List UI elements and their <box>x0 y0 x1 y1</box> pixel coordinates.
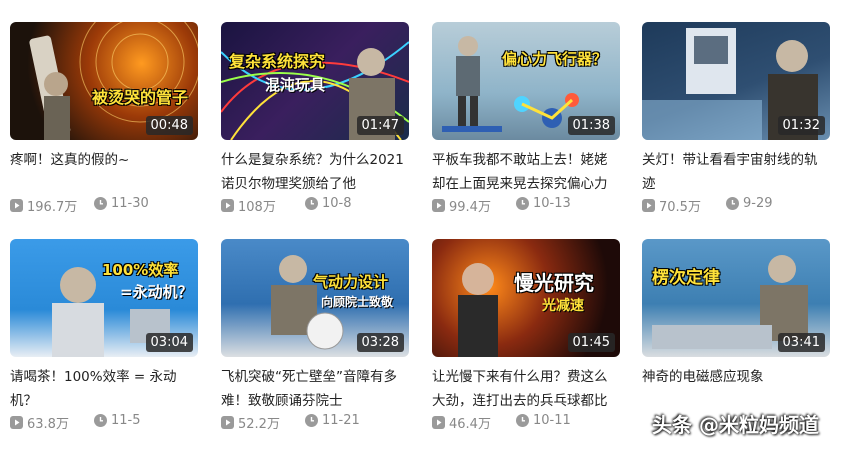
video-title[interactable]: 飞机突破“死亡壁垒”音障有多难！致敬顾诵芬院士 <box>221 365 409 413</box>
play-icon <box>10 199 23 212</box>
play-icon <box>432 199 445 212</box>
video-meta: 99.4万 10-13 <box>432 196 620 216</box>
duration-badge: 01:47 <box>356 116 404 135</box>
video-meta: 108万 10-8 <box>221 196 409 216</box>
thumbnail-caption: 气动力设计 <box>313 273 389 291</box>
clock-icon <box>305 197 318 210</box>
video-thumbnail[interactable]: 被烫哭的管子 00:48 <box>10 22 198 140</box>
duration-badge: 03:28 <box>356 333 404 352</box>
watermark: 头条 @米粒妈频道 <box>652 413 819 437</box>
thumbnail-caption: 100%效率 <box>102 261 179 279</box>
video-thumbnail[interactable]: 气动力设计 向顾院士致敬 03:28 <box>221 239 409 357</box>
view-count: 108万 <box>238 200 276 215</box>
video-meta: 46.4万 10-11 <box>432 413 620 433</box>
view-count: 46.4万 <box>449 417 491 432</box>
video-thumbnail[interactable]: 慢光研究 光减速 01:45 <box>432 239 620 357</box>
publish-date: 9-29 <box>743 196 773 211</box>
video-thumbnail[interactable]: 01:32 <box>642 22 830 140</box>
video-thumbnail[interactable]: 复杂系统探究 混沌玩具 01:47 <box>221 22 409 140</box>
thumbnail-caption: 偏心力飞行器？ <box>502 50 608 68</box>
clock-icon <box>726 197 739 210</box>
play-icon <box>221 199 234 212</box>
duration-badge: 01:38 <box>567 116 615 135</box>
play-icon <box>10 416 23 429</box>
thumbnail-caption: 复杂系统探究 <box>229 52 326 71</box>
clock-icon <box>305 414 318 427</box>
video-title[interactable]: 什么是复杂系统？为什么2021诺贝尔物理奖颁给了他 <box>221 148 409 196</box>
thumbnail-subcaption: 向顾院士致敬 <box>321 295 394 309</box>
video-thumbnail[interactable]: 偏心力飞行器？ 01:38 <box>432 22 620 140</box>
video-meta: 63.8万 11-5 <box>10 413 198 433</box>
thumbnail-subcaption: 光减速 <box>542 298 584 314</box>
view-count: 196.7万 <box>27 200 78 215</box>
thumbnail-caption: 被烫哭的管子 <box>92 88 189 107</box>
video-meta: 196.7万 11-30 <box>10 196 198 216</box>
video-title[interactable]: 请喝茶！100%效率 = 永动机？ <box>10 365 198 413</box>
play-icon <box>221 416 234 429</box>
publish-date: 10-8 <box>322 196 352 211</box>
video-meta: 70.5万 9-29 <box>642 196 830 216</box>
view-count: 99.4万 <box>449 200 491 215</box>
play-icon <box>432 416 445 429</box>
video-title[interactable]: 平板车我都不敢站上去！姥姥却在上面晃来晃去探究偏心力 <box>432 148 620 196</box>
play-icon <box>642 199 655 212</box>
thumbnail-caption: 楞次定律 <box>652 268 720 288</box>
view-count: 63.8万 <box>27 417 69 432</box>
view-count: 52.2万 <box>238 417 280 432</box>
duration-badge: 01:32 <box>777 116 825 135</box>
duration-badge: 03:41 <box>777 333 825 352</box>
clock-icon <box>94 414 107 427</box>
publish-date: 11-30 <box>111 196 149 211</box>
video-meta: 52.2万 11-21 <box>221 413 409 433</box>
publish-date: 10-13 <box>533 196 571 211</box>
publish-date: 11-21 <box>322 413 360 428</box>
clock-icon <box>516 414 529 427</box>
thumbnail-subcaption: =永动机？ <box>120 283 193 301</box>
publish-date: 11-5 <box>111 413 141 428</box>
publish-date: 10-11 <box>533 413 571 428</box>
thumbnail-caption: 慢光研究 <box>514 271 594 295</box>
clock-icon <box>516 197 529 210</box>
duration-badge: 00:48 <box>145 116 193 135</box>
view-count: 70.5万 <box>659 200 701 215</box>
thumbnail-subcaption: 混沌玩具 <box>265 76 326 94</box>
video-thumbnail[interactable]: 楞次定律 03:41 <box>642 239 830 357</box>
video-title[interactable]: 关灯！带让看看宇宙射线的轨迹 <box>642 148 830 196</box>
video-title[interactable]: 让光慢下来有什么用？费这么大劲，连打出去的兵乓球都比 <box>432 365 620 413</box>
duration-badge: 01:45 <box>567 333 615 352</box>
video-title[interactable]: 疼啊！这真的假的~ <box>10 148 198 196</box>
video-title[interactable]: 神奇的电磁感应现象 <box>642 365 830 413</box>
duration-badge: 03:04 <box>145 333 193 352</box>
clock-icon <box>94 197 107 210</box>
video-thumbnail[interactable]: 100%效率 =永动机？ 03:04 <box>10 239 198 357</box>
